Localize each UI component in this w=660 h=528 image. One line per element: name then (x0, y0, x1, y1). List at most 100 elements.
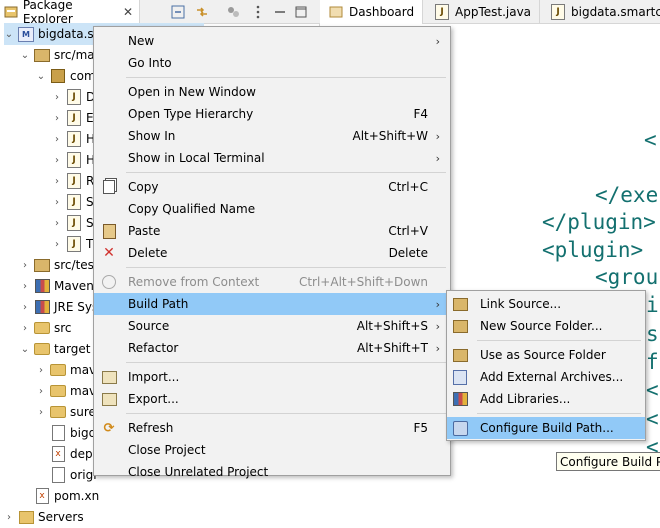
menu-item-go-into[interactable]: Go Into (94, 52, 450, 74)
filter-icon[interactable] (225, 4, 241, 20)
menu-item-copy[interactable]: Copy Ctrl+C (94, 176, 450, 198)
submenu-item-link-source[interactable]: Link Source... (447, 293, 645, 315)
collapse-arrow-icon[interactable]: › (52, 197, 62, 208)
tab-label: bigdata.smartcar (571, 5, 660, 19)
submenu-item-use-as-source-folder[interactable]: Use as Source Folder (447, 344, 645, 366)
collapse-all-icon[interactable] (170, 4, 186, 20)
collapse-arrow-icon[interactable]: › (4, 512, 14, 523)
folder-icon (50, 383, 66, 399)
menu-item-shortcut: Delete (388, 246, 428, 260)
menu-item-close-unrelated-project[interactable]: Close Unrelated Project (94, 461, 450, 483)
expand-arrow-icon[interactable]: ⌄ (36, 71, 46, 82)
expand-arrow-icon[interactable]: ⌄ (4, 29, 14, 40)
collapse-arrow-icon[interactable]: › (52, 113, 62, 124)
collapse-arrow-icon[interactable]: › (20, 260, 30, 271)
tree-item-label: pom.xn (54, 489, 100, 503)
code-line: </exe (595, 183, 659, 207)
expand-arrow-icon[interactable]: ⌄ (20, 50, 30, 61)
collapse-arrow-icon[interactable]: › (20, 302, 30, 313)
expand-arrow-icon[interactable]: ⌄ (20, 344, 30, 355)
link-with-editor-icon[interactable] (194, 4, 210, 20)
tab-package-explorer[interactable]: Package Explorer ✕ (0, 0, 140, 26)
menu-item-paste[interactable]: Paste Ctrl+V (94, 220, 450, 242)
menu-item-export[interactable]: Export... (94, 388, 450, 410)
collapse-arrow-icon[interactable]: › (52, 134, 62, 145)
java-file-icon (66, 152, 82, 168)
minimize-icon[interactable] (272, 4, 288, 20)
collapse-arrow-icon[interactable]: › (52, 176, 62, 187)
collapse-arrow-icon[interactable]: › (52, 218, 62, 229)
folder-icon (50, 362, 66, 378)
menu-item-label: Paste (128, 224, 161, 238)
collapse-arrow-icon[interactable]: › (20, 323, 30, 334)
code-line: f (646, 350, 659, 374)
link-source-icon (452, 296, 468, 312)
menu-item-open-in-new-window[interactable]: Open in New Window (94, 81, 450, 103)
submenu-item-label: Use as Source Folder (480, 348, 606, 362)
submenu-item-new-source-folder[interactable]: New Source Folder... (447, 315, 645, 337)
menu-item-label: Delete (128, 246, 168, 260)
menu-item-open-type-hierarchy[interactable]: Open Type Hierarchy F4 (94, 103, 450, 125)
menu-item-shortcut: Alt+Shift+T (357, 341, 428, 355)
submenu-item-add-libraries[interactable]: Add Libraries... (447, 388, 645, 410)
collapse-arrow-icon[interactable]: › (20, 281, 30, 292)
menu-item-shortcut: Ctrl+Alt+Shift+Down (298, 275, 428, 289)
menu-item-build-path[interactable]: Build Path › (94, 293, 450, 315)
tab-dashboard[interactable]: Dashboard (320, 0, 424, 24)
menu-item-import[interactable]: Import... (94, 366, 450, 388)
menu-item-refactor[interactable]: Refactor Alt+Shift+T › (94, 337, 450, 359)
collapse-arrow-icon[interactable]: › (52, 239, 62, 250)
submenu-item-configure-build-path[interactable]: Configure Build Path... (447, 417, 645, 439)
menu-item-shortcut: Alt+Shift+W (352, 129, 429, 143)
collapse-arrow-icon[interactable]: › (36, 365, 46, 376)
maximize-icon[interactable] (293, 4, 309, 20)
close-icon[interactable]: ✕ (123, 5, 133, 19)
delete-icon: ✕ (103, 245, 115, 261)
menu-item-show-in[interactable]: Show In Alt+Shift+W › (94, 125, 450, 147)
server-folder-icon (18, 509, 34, 525)
tree-item-label: JRE Sys (54, 300, 99, 314)
code-line: < (646, 407, 659, 431)
menu-item-label: Build Path (128, 297, 189, 311)
menu-item-label: Close Project (128, 443, 206, 457)
menu-item-new[interactable]: New › (94, 30, 450, 52)
collapse-arrow-icon[interactable]: › (36, 407, 46, 418)
collapse-arrow-icon[interactable]: › (52, 155, 62, 166)
menu-item-show-in-local-terminal[interactable]: Show in Local Terminal › (94, 147, 450, 169)
tree-item-label: com (70, 69, 96, 83)
java-file-icon (434, 4, 450, 20)
java-file-icon (66, 194, 82, 210)
menu-item-copy-qualified-name[interactable]: Copy Qualified Name (94, 198, 450, 220)
code-line: < (644, 128, 657, 152)
folder-icon (34, 320, 50, 336)
tree-item-label: Maven (54, 279, 94, 293)
collapse-arrow-icon[interactable]: › (52, 92, 62, 103)
menu-item-label: Refactor (128, 341, 179, 355)
tree-item-label: Servers (38, 510, 84, 524)
menu-item-delete[interactable]: ✕ Delete Delete (94, 242, 450, 264)
configure-build-path-icon (452, 420, 468, 436)
tab-apptest-java[interactable]: AppTest.java (426, 0, 541, 24)
tab-bigdata-smartcar[interactable]: bigdata.smartcar (542, 0, 660, 24)
menu-item-refresh[interactable]: ⟳ Refresh F5 (94, 417, 450, 439)
submenu-item-add-external-archives[interactable]: Add External Archives... (447, 366, 645, 388)
code-line: < (646, 378, 659, 402)
submenu-item-label: New Source Folder... (480, 319, 603, 333)
use-source-folder-icon (452, 347, 468, 363)
menu-item-label: Close Unrelated Project (128, 465, 269, 479)
menu-item-source[interactable]: Source Alt+Shift+S › (94, 315, 450, 337)
view-menu-icon[interactable] (250, 4, 266, 20)
submenu-item-label: Add External Archives... (480, 370, 624, 384)
menu-item-shortcut: F5 (413, 421, 428, 435)
tree-item[interactable]: pom.xn (20, 485, 220, 507)
menu-separator (126, 267, 446, 268)
menu-item-label: Remove from Context (128, 275, 260, 289)
menu-separator (126, 77, 446, 78)
tree-item-label: src/mai (54, 48, 98, 62)
menu-item-close-project[interactable]: Close Project (94, 439, 450, 461)
package-explorer-tabbar: Package Explorer ✕ (0, 0, 320, 26)
collapse-arrow-icon[interactable]: › (36, 386, 46, 397)
submenu-arrow-icon: › (435, 319, 440, 333)
tree-item[interactable]: › Servers (4, 506, 204, 528)
code-line: <group (595, 265, 660, 289)
